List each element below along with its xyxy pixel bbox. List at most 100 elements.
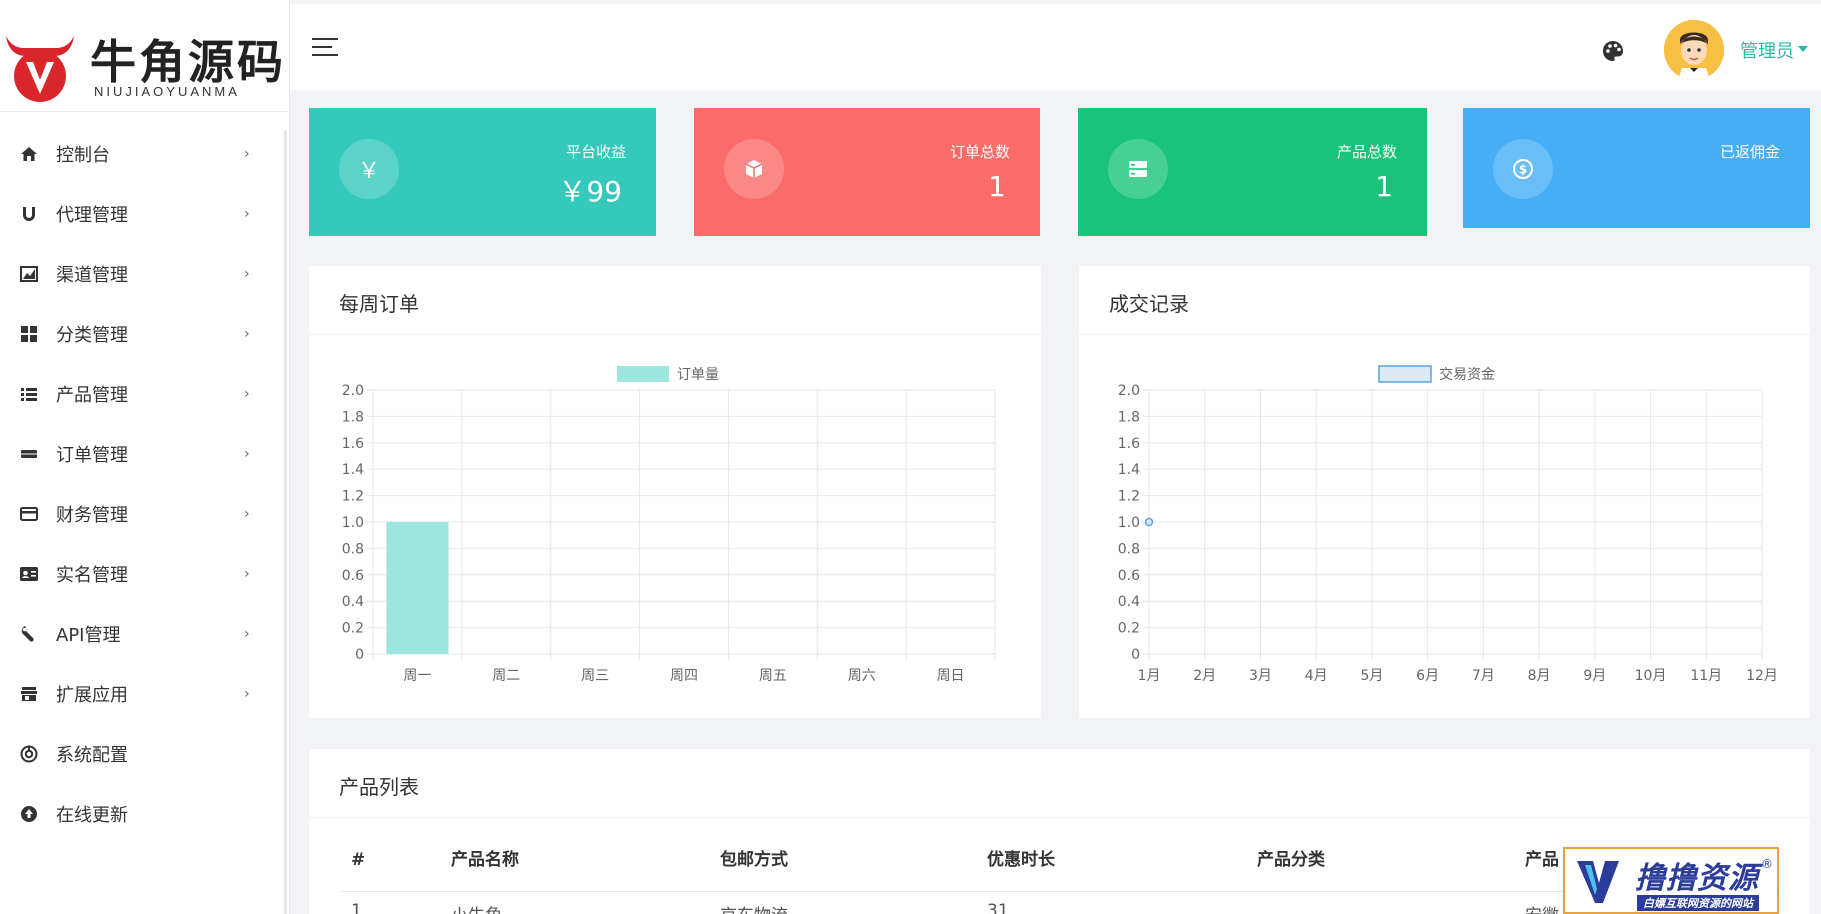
yuan-icon: ￥	[339, 139, 399, 199]
sidebar-item-label: 系统配置	[56, 745, 128, 766]
column-header[interactable]: 优惠时长	[987, 844, 1055, 876]
palette-icon[interactable]	[1602, 40, 1624, 62]
x-tick-label: 8月	[1528, 668, 1551, 684]
user-menu[interactable]: 管理员	[1740, 37, 1794, 63]
sidebar-item-label: 分类管理	[56, 325, 128, 346]
chevron-right-icon: ›	[244, 506, 250, 522]
x-tick-label: 3月	[1249, 668, 1272, 684]
y-tick-label: 0.6	[1118, 568, 1140, 584]
sidebar-item-12[interactable]: 在线更新	[0, 784, 289, 844]
home-icon	[18, 143, 40, 165]
column-header[interactable]: 产品名称	[451, 844, 519, 876]
chevron-right-icon: ›	[244, 686, 250, 702]
legend-label: 订单量	[677, 367, 719, 383]
avatar[interactable]	[1664, 20, 1724, 80]
column-header[interactable]: #	[351, 844, 365, 876]
y-tick-label: 0.2	[342, 621, 364, 637]
stat-value: 1	[1375, 170, 1393, 203]
y-tick-label: 1.4	[342, 462, 364, 478]
data-point	[1144, 517, 1154, 527]
credit-card-icon	[18, 503, 40, 525]
sidebar-item-5[interactable]: 产品管理 ›	[0, 364, 289, 424]
y-tick-label: 1.8	[1118, 409, 1140, 425]
y-tick-label: 1.0	[1118, 515, 1140, 531]
sidebar-item-label: 控制台	[56, 145, 110, 166]
sidebar-item-6[interactable]: 订单管理 ›	[0, 424, 289, 484]
x-tick-label: 周四	[670, 668, 698, 684]
sidebar-item-label: 渠道管理	[56, 265, 128, 286]
avatar-face-icon	[1664, 20, 1724, 80]
column-header[interactable]: 产品	[1525, 844, 1559, 876]
watermark-subtitle: 白嫖互联网资源的网站	[1637, 895, 1759, 911]
y-tick-label: 1.4	[1118, 462, 1140, 478]
menu-toggle-icon[interactable]	[312, 38, 338, 58]
stat-card-orders: 订单总数 1	[694, 108, 1040, 236]
bull-logo-icon	[6, 36, 74, 102]
y-tick-label: 0.4	[1118, 594, 1140, 610]
sidebar-menu: 控制台 › 代理管理 › 渠道管理 › 分类管理 › 产品管理 › 订单管理 › 财务管理 › 实名管理 › A…	[0, 112, 289, 844]
transactions-chart: 2.0 1.8 1.6 1.4 1.2 1.0 0.8 0.6 0.4 0.2 0 1月 2月 3月 4月 5…	[1118, 365, 1778, 684]
x-tick-label: 周一	[403, 668, 431, 684]
stat-label: 平台收益	[565, 143, 626, 161]
chevron-right-icon: ›	[244, 206, 250, 222]
y-tick-label: 1.6	[1118, 436, 1140, 452]
server-icon	[1108, 139, 1168, 199]
y-tick-label: 0.4	[342, 594, 364, 610]
sidebar-item-1[interactable]: 控制台 ›	[0, 124, 289, 184]
brand-logo[interactable]: 牛角源码 NIUJIAOYUANMA	[0, 0, 289, 112]
column-header[interactable]: 包邮方式	[720, 844, 788, 876]
top-header: 管理员	[290, 0, 1821, 90]
x-tick-label: 周五	[759, 668, 787, 684]
legend-swatch	[1378, 365, 1432, 383]
sidebar-item-8[interactable]: 实名管理 ›	[0, 544, 289, 604]
chevron-right-icon: ›	[244, 626, 250, 642]
divider	[309, 817, 1810, 818]
weekly-orders-panel: 每周订单 2.0 1.8 1.6 1.4 1.2 1.0 0.8 0.6 0.4 0.2 0 周一 周二…	[309, 266, 1041, 718]
table-cell: 安徽	[1525, 901, 1559, 914]
svg-text:$: $	[1519, 163, 1527, 177]
y-tick-label: 0.2	[1118, 621, 1140, 637]
column-header[interactable]: 产品分类	[1257, 844, 1325, 876]
x-tick-label: 周三	[581, 668, 609, 684]
y-tick-label: 1.6	[342, 436, 364, 452]
stat-label: 订单总数	[949, 143, 1010, 161]
sidebar: 牛角源码 NIUJIAOYUANMA 控制台 › 代理管理 › 渠道管理 › 分类管理 › 产品…	[0, 0, 290, 914]
sidebar-item-10[interactable]: 扩展应用 ›	[0, 664, 289, 724]
x-tick-label: 11月	[1690, 668, 1722, 684]
stat-card-revenue: ￥ 平台收益 ￥99	[309, 108, 656, 236]
cube-icon	[724, 139, 784, 199]
chart-image-icon	[18, 263, 40, 285]
x-tick-label: 10月	[1635, 668, 1667, 684]
brand-name-en: NIUJIAOYUANMA	[94, 84, 240, 99]
x-tick-label: 7月	[1472, 668, 1495, 684]
sidebar-scrollbar[interactable]	[284, 130, 287, 914]
order-bar-icon	[18, 443, 40, 465]
coin-icon: $	[1493, 139, 1553, 199]
y-tick-label: 1.2	[1118, 489, 1140, 505]
transactions-panel: 成交记录 2.0 1.8 1.6 1.4 1.2 1.0 0.8 0.6 0.4 0.2 0 1月 2月…	[1079, 266, 1810, 718]
chevron-right-icon: ›	[244, 146, 250, 162]
chevron-down-icon[interactable]	[1798, 46, 1808, 52]
chevron-right-icon: ›	[244, 326, 250, 342]
sidebar-item-4[interactable]: 分类管理 ›	[0, 304, 289, 364]
y-tick-label: 0	[355, 647, 364, 663]
y-tick-label: 0.6	[342, 568, 364, 584]
y-tick-label: 0	[1131, 647, 1140, 663]
sidebar-item-11[interactable]: 系统配置	[0, 724, 289, 784]
sidebar-item-7[interactable]: 财务管理 ›	[0, 484, 289, 544]
list-icon	[18, 383, 40, 405]
stat-label: 已返佣金	[1719, 143, 1780, 161]
upload-circle-icon	[18, 803, 40, 825]
sidebar-item-9[interactable]: API管理 ›	[0, 604, 289, 664]
stat-card-commission: $ 已返佣金	[1463, 108, 1810, 228]
grid-icon	[18, 323, 40, 345]
chevron-right-icon: ›	[244, 266, 250, 282]
sidebar-item-3[interactable]: 渠道管理 ›	[0, 244, 289, 304]
store-icon	[18, 683, 40, 705]
sidebar-item-2[interactable]: 代理管理 ›	[0, 184, 289, 244]
legend-swatch	[617, 366, 669, 382]
x-tick-label: 5月	[1360, 668, 1383, 684]
chevron-right-icon: ›	[244, 386, 250, 402]
brand-name: 牛角源码	[90, 35, 286, 89]
table-cell: 京东物流	[720, 901, 788, 914]
